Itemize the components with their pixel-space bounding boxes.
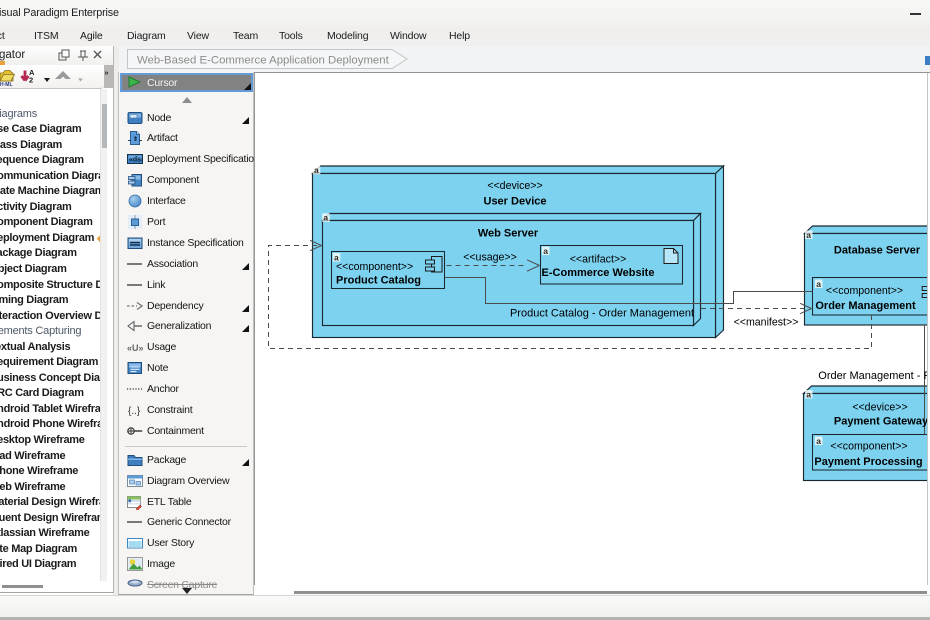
svg-text:<<component>>: <<component>> [336, 261, 413, 273]
svg-text:Product Catalog - Order Manage: Product Catalog - Order Management [510, 308, 694, 320]
svg-text:Payment Gateway: Payment Gateway [834, 416, 928, 428]
svg-text:a: a [816, 436, 821, 446]
svg-text:<<usage>>: <<usage>> [463, 252, 517, 264]
svg-text:E-Commerce Website: E-Commerce Website [542, 267, 655, 279]
svg-text:Web-Based E-Commerce Applicati: Web-Based E-Commerce Application Deploym… [137, 54, 390, 66]
svg-text:<<artifact>>: <<artifact>> [570, 254, 627, 266]
svg-text:«ds»: «ds» [129, 157, 143, 164]
svg-text:Database Server: Database Server [834, 245, 921, 257]
svg-text:<<device>>: <<device>> [487, 180, 542, 192]
svg-text:<<component>>: <<component>> [826, 285, 903, 297]
svg-text:Web Server: Web Server [478, 228, 539, 240]
svg-text:<<component>>: <<component>> [830, 441, 907, 453]
svg-text:a: a [543, 246, 548, 256]
svg-text:»: » [105, 70, 109, 77]
svg-text:a: a [323, 213, 328, 223]
svg-text:Order Management: Order Management [815, 300, 916, 312]
svg-text:«U»: «U» [127, 343, 143, 353]
svg-text:a: a [806, 230, 811, 240]
svg-text:a: a [816, 279, 821, 289]
svg-text:{..}: {..} [128, 406, 141, 417]
svg-text:Payment Processing: Payment Processing [814, 456, 922, 468]
svg-text:<<device>>: <<device>> [852, 402, 907, 414]
svg-text:Product Catalog: Product Catalog [336, 275, 421, 287]
svg-text:a: a [806, 389, 811, 399]
svg-text:User Device: User Device [484, 196, 547, 208]
svg-text:<<manifest>>: <<manifest>> [734, 317, 799, 329]
svg-text:a: a [314, 165, 319, 175]
svg-text:2: 2 [29, 76, 33, 85]
svg-text:Order Management - Payment Pro: Order Management - Payment Processing [818, 370, 928, 382]
svg-text:H·ML: H·ML [0, 82, 13, 88]
